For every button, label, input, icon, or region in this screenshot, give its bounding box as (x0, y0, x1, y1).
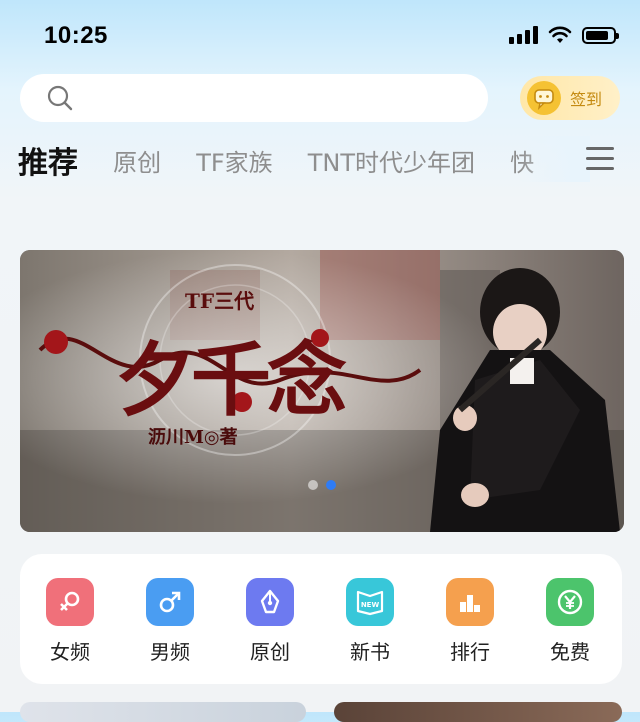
tab-tf-family[interactable]: TF家族 (196, 143, 272, 178)
cellular-signal-icon (509, 26, 538, 44)
wifi-icon (548, 26, 572, 43)
tabs-fade-overlay (520, 136, 590, 182)
featured-banner[interactable]: TF三代 夕千念 沥川M◎著 (20, 250, 624, 532)
search-icon (47, 85, 73, 111)
quick-nav-label: 女频 (50, 640, 90, 664)
tab-tnt[interactable]: TNT时代少年团 (308, 143, 475, 178)
quick-nav-panel: 女频 男频 原创 NEW 新书 排行 免费 (20, 554, 622, 684)
male-icon (146, 578, 194, 626)
quick-nav-label: 新书 (350, 640, 390, 664)
chat-bubble-icon (527, 81, 561, 115)
search-bar[interactable] (20, 74, 488, 122)
free-yen-icon (546, 578, 594, 626)
checkin-label: 签到 (570, 90, 603, 109)
quick-nav-label: 排行 (450, 640, 490, 664)
female-icon (46, 578, 94, 626)
quick-nav-label: 原创 (250, 640, 290, 664)
quick-nav-female[interactable]: 女频 (30, 578, 110, 665)
content-card-peek-right[interactable] (334, 702, 622, 722)
quick-nav-original[interactable]: 原创 (230, 578, 310, 665)
quick-nav-free[interactable]: 免费 (530, 578, 610, 665)
svg-text:NEW: NEW (361, 601, 380, 609)
new-book-icon: NEW (346, 578, 394, 626)
battery-level (586, 30, 609, 40)
banner-series: TF三代 (185, 289, 254, 313)
status-time: 10:25 (44, 22, 108, 49)
banner-author: 沥川M◎著 (148, 426, 238, 448)
banner-dot[interactable] (326, 480, 336, 490)
banner-title: 夕千念 (115, 333, 347, 427)
category-tabs: 推荐 原创 TF家族 TNT时代少年团 快 (18, 138, 588, 180)
tab-original[interactable]: 原创 (113, 143, 161, 178)
banner-pagination (20, 480, 624, 490)
menu-icon[interactable] (586, 147, 616, 173)
ranking-icon (446, 578, 494, 626)
content-card-peek-left[interactable] (20, 702, 306, 722)
quick-nav-new-books[interactable]: NEW 新书 (330, 578, 410, 665)
quick-nav-label: 男频 (150, 640, 190, 664)
quick-nav-label: 免费 (550, 640, 590, 664)
status-icons (509, 26, 619, 44)
tab-recommend[interactable]: 推荐 (18, 138, 78, 180)
checkin-button[interactable]: 签到 (520, 76, 620, 120)
battery-icon (582, 26, 619, 44)
banner-dot[interactable] (308, 480, 318, 490)
quick-nav-ranking[interactable]: 排行 (430, 578, 510, 665)
status-bar: 10:25 (0, 0, 640, 70)
search-input[interactable] (84, 77, 488, 119)
quick-nav-male[interactable]: 男频 (130, 578, 210, 665)
pen-nib-icon (246, 578, 294, 626)
